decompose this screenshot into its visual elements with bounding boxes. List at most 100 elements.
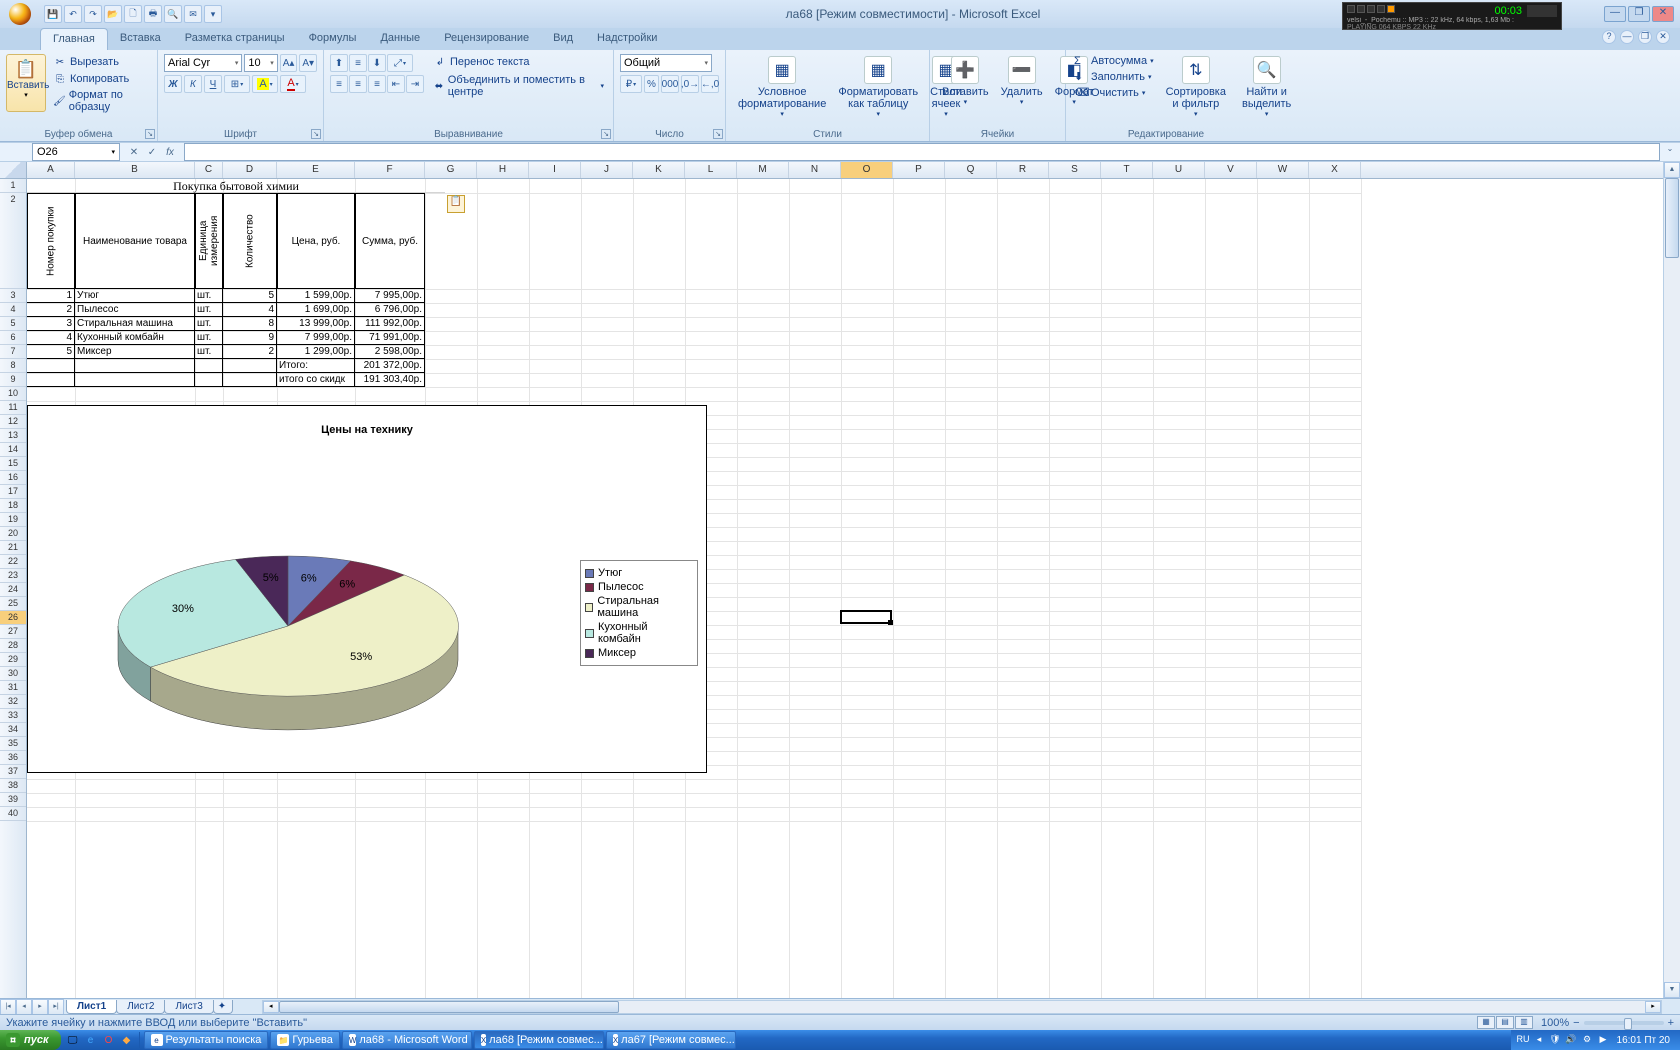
tab-addins[interactable]: Надстройки [585, 28, 669, 50]
col-header-J[interactable]: J [581, 162, 633, 178]
cell[interactable]: шт. [195, 345, 223, 359]
row-header-13[interactable]: 13 [0, 429, 26, 443]
col-header-R[interactable]: R [997, 162, 1049, 178]
col-header-E[interactable]: E [277, 162, 355, 178]
last-sheet-icon[interactable]: ▸| [48, 999, 64, 1015]
row-header-8[interactable]: 8 [0, 359, 26, 373]
bold-icon[interactable]: Ж [164, 75, 182, 93]
col-header-U[interactable]: U [1153, 162, 1205, 178]
sheet-tab-2[interactable]: Лист2 [116, 1000, 165, 1014]
font-size-combo[interactable]: 10▾ [244, 54, 277, 72]
currency-icon[interactable]: ₽▾ [620, 75, 642, 93]
tray-icon-3[interactable]: 🔊 [1565, 1034, 1578, 1047]
close-button[interactable]: ✕ [1652, 6, 1674, 22]
row-header-7[interactable]: 7 [0, 345, 26, 359]
minimize-button[interactable]: — [1604, 6, 1626, 22]
italic-icon[interactable]: К [184, 75, 202, 93]
col-header-P[interactable]: P [893, 162, 945, 178]
cell[interactable]: 3 [27, 317, 75, 331]
page-layout-icon[interactable]: ▤ [1496, 1016, 1514, 1029]
row-header-23[interactable]: 23 [0, 569, 26, 583]
cell[interactable]: 1 299,00р. [277, 345, 355, 359]
align-middle-icon[interactable]: ≡ [349, 54, 367, 72]
row-header-32[interactable]: 32 [0, 695, 26, 709]
cell[interactable]: 5 [27, 345, 75, 359]
wrap-text-button[interactable]: ↲Перенос текста [430, 54, 607, 70]
row-header-11[interactable]: 11 [0, 401, 26, 415]
col-header-C[interactable]: C [195, 162, 223, 178]
cell[interactable]: 2 [27, 303, 75, 317]
cell[interactable]: 8 [223, 317, 277, 331]
cell[interactable]: 201 372,00р. [355, 359, 425, 373]
shrink-font-icon[interactable]: A▾ [299, 54, 317, 72]
cell[interactable] [27, 373, 75, 387]
indent-dec-icon[interactable]: ⇤ [387, 75, 405, 93]
row-header-24[interactable]: 24 [0, 583, 26, 597]
cell[interactable]: 1 699,00р. [277, 303, 355, 317]
horizontal-scrollbar[interactable]: ◂ ▸ [262, 1000, 1662, 1014]
row-header-10[interactable]: 10 [0, 387, 26, 401]
tray-icon-2[interactable]: 🛡 [1549, 1034, 1562, 1047]
scroll-down-icon[interactable]: ▼ [1664, 982, 1680, 998]
col-header-V[interactable]: V [1205, 162, 1257, 178]
cell[interactable]: 2 598,00р. [355, 345, 425, 359]
active-cell[interactable] [840, 610, 892, 624]
tray-icon-5[interactable]: ▶ [1597, 1034, 1610, 1047]
row-header-27[interactable]: 27 [0, 625, 26, 639]
row-header-26[interactable]: 26 [0, 611, 26, 625]
row-header-12[interactable]: 12 [0, 415, 26, 429]
embedded-chart[interactable]: Цены на технику 6%6%53%30%5% УтюгПылесос… [27, 405, 707, 773]
taskbar-task[interactable]: Wла68 - Microsoft Word [342, 1031, 472, 1049]
cell[interactable]: 5 [223, 289, 277, 303]
col-header-S[interactable]: S [1049, 162, 1101, 178]
ql-desktop-icon[interactable]: 🖵 [65, 1032, 81, 1048]
expand-formula-icon[interactable]: ⌄ [1662, 144, 1678, 160]
cell[interactable]: шт. [195, 317, 223, 331]
row-header-25[interactable]: 25 [0, 597, 26, 611]
row-header-2[interactable]: 2 [0, 193, 26, 289]
ql-ie-icon[interactable]: e [83, 1032, 99, 1048]
row-header-5[interactable]: 5 [0, 317, 26, 331]
row-header-35[interactable]: 35 [0, 737, 26, 751]
name-box[interactable]: O26▾ [32, 143, 120, 161]
fx-icon[interactable]: fx [162, 144, 178, 160]
taskbar-task[interactable]: Xла67 [Режим совмес... [606, 1031, 736, 1049]
insert-sheet-icon[interactable]: ✦ [213, 1000, 233, 1014]
zoom-out-icon[interactable]: − [1573, 1017, 1579, 1029]
tab-data[interactable]: Данные [368, 28, 432, 50]
clipboard-dialog-icon[interactable]: ↘ [145, 129, 155, 139]
tab-formulas[interactable]: Формулы [297, 28, 369, 50]
comma-icon[interactable]: 000 [661, 75, 679, 93]
merge-center-button[interactable]: ⬌Объединить и поместить в центре▾ [430, 73, 607, 99]
cell[interactable]: Миксер [75, 345, 195, 359]
qat-more-icon[interactable]: ▾ [204, 5, 222, 23]
cell[interactable]: 1 599,00р. [277, 289, 355, 303]
row-header-38[interactable]: 38 [0, 779, 26, 793]
cell[interactable]: Стиральная машина [75, 317, 195, 331]
tray-clock[interactable]: 16:01 Пт 20 [1613, 1035, 1674, 1046]
cell[interactable]: 7 995,00р. [355, 289, 425, 303]
restore-icon[interactable]: ❐ [1638, 30, 1652, 44]
cell[interactable]: Утюг [75, 289, 195, 303]
sheet-tab-1[interactable]: Лист1 [66, 1000, 117, 1014]
cell[interactable]: 2 [223, 345, 277, 359]
col-header-M[interactable]: M [737, 162, 789, 178]
minimize-ribbon-icon[interactable]: — [1620, 30, 1634, 44]
col-header-D[interactable]: D [223, 162, 277, 178]
cell[interactable]: 4 [223, 303, 277, 317]
help-icon[interactable]: ? [1602, 30, 1616, 44]
row-header-4[interactable]: 4 [0, 303, 26, 317]
number-dialog-icon[interactable]: ↘ [713, 129, 723, 139]
cell[interactable] [223, 359, 277, 373]
col-header-F[interactable]: F [355, 162, 425, 178]
col-header-H[interactable]: H [477, 162, 529, 178]
vertical-scrollbar[interactable]: ▲ ▼ [1663, 162, 1680, 998]
col-header-I[interactable]: I [529, 162, 581, 178]
cell[interactable] [195, 373, 223, 387]
format-table-button[interactable]: ▦Форматировать как таблицу▾ [832, 54, 924, 120]
close-doc-icon[interactable]: ✕ [1656, 30, 1670, 44]
clear-button[interactable]: ⌫Очистить▾ [1072, 85, 1156, 100]
zoom-slider[interactable] [1584, 1021, 1664, 1025]
tray-icon-1[interactable]: ◂ [1533, 1034, 1546, 1047]
row-header-19[interactable]: 19 [0, 513, 26, 527]
